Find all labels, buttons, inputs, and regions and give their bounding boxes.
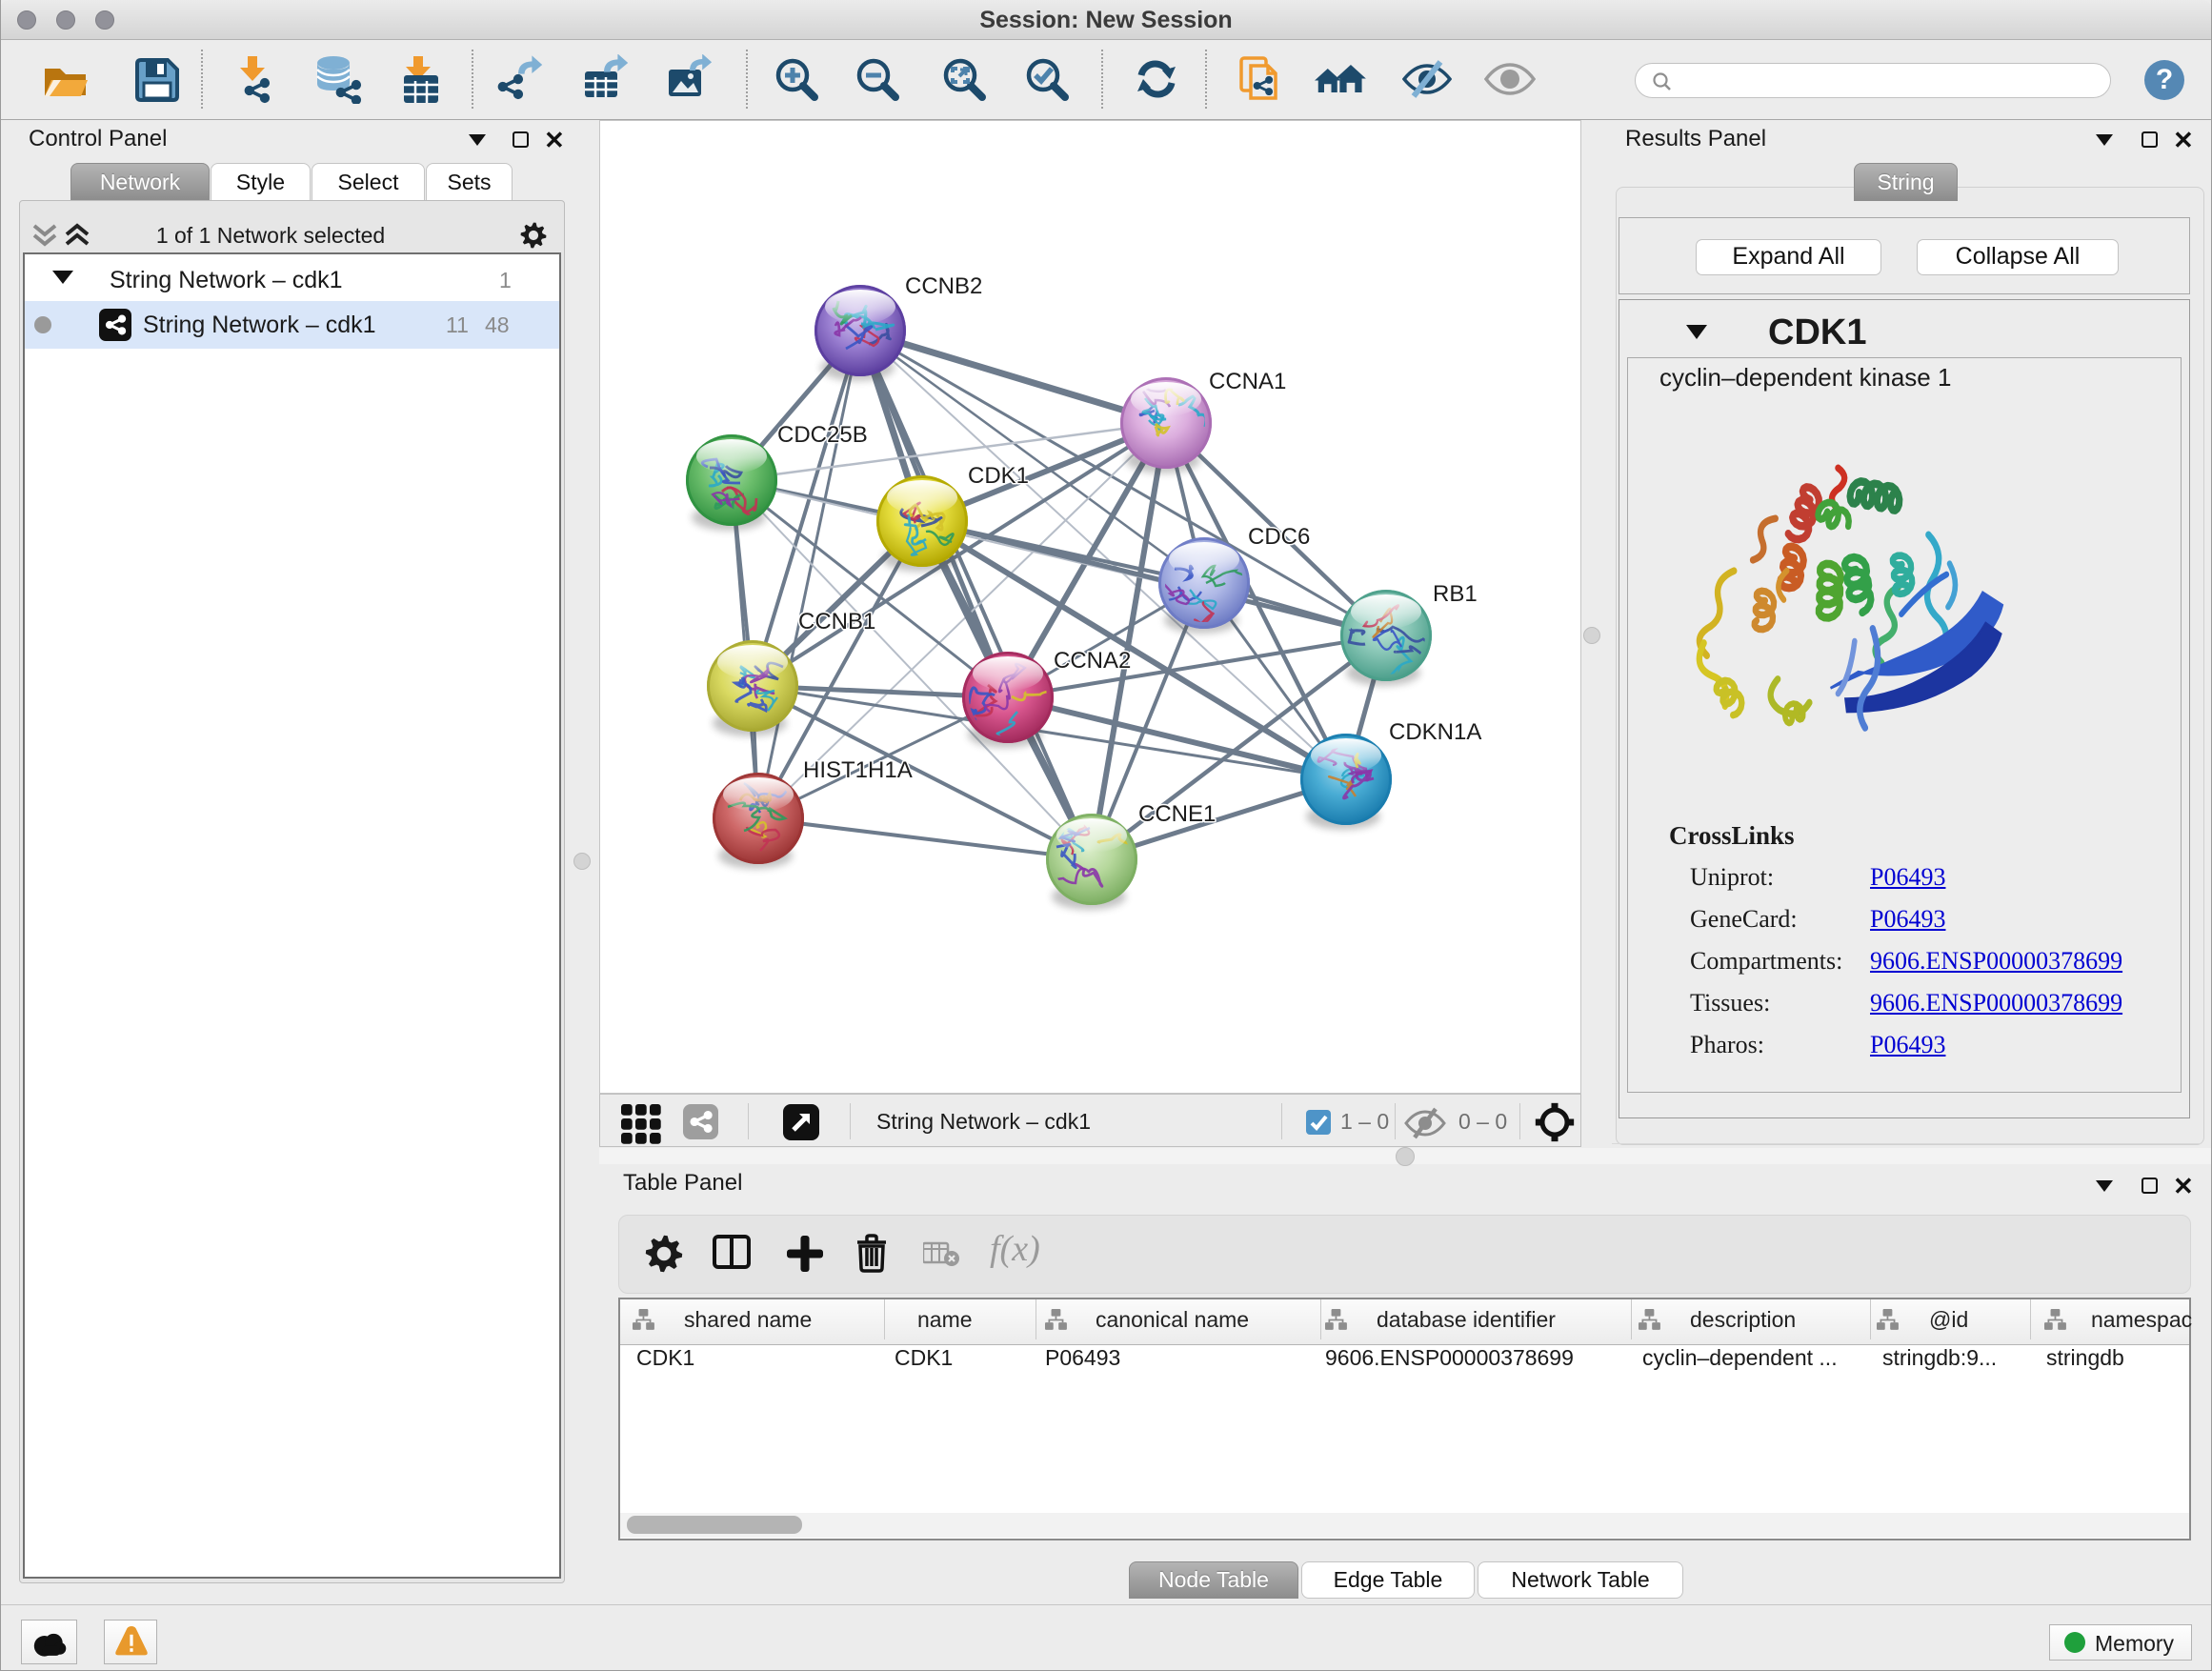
- svg-text:CCNB1: CCNB1: [798, 609, 875, 634]
- svg-text:CDC25B: CDC25B: [777, 422, 868, 448]
- svg-text:CCNA1: CCNA1: [1209, 369, 1286, 394]
- svg-text:CDKN1A: CDKN1A: [1389, 719, 1481, 745]
- svg-text:CCNA2: CCNA2: [1054, 648, 1131, 674]
- svg-text:CCNB2: CCNB2: [905, 273, 982, 299]
- svg-text:CDK1: CDK1: [968, 463, 1029, 489]
- svg-text:CDC6: CDC6: [1248, 524, 1310, 550]
- svg-text:RB1: RB1: [1433, 581, 1478, 607]
- svg-text:CCNE1: CCNE1: [1138, 801, 1216, 827]
- svg-text:HIST1H1A: HIST1H1A: [803, 757, 913, 783]
